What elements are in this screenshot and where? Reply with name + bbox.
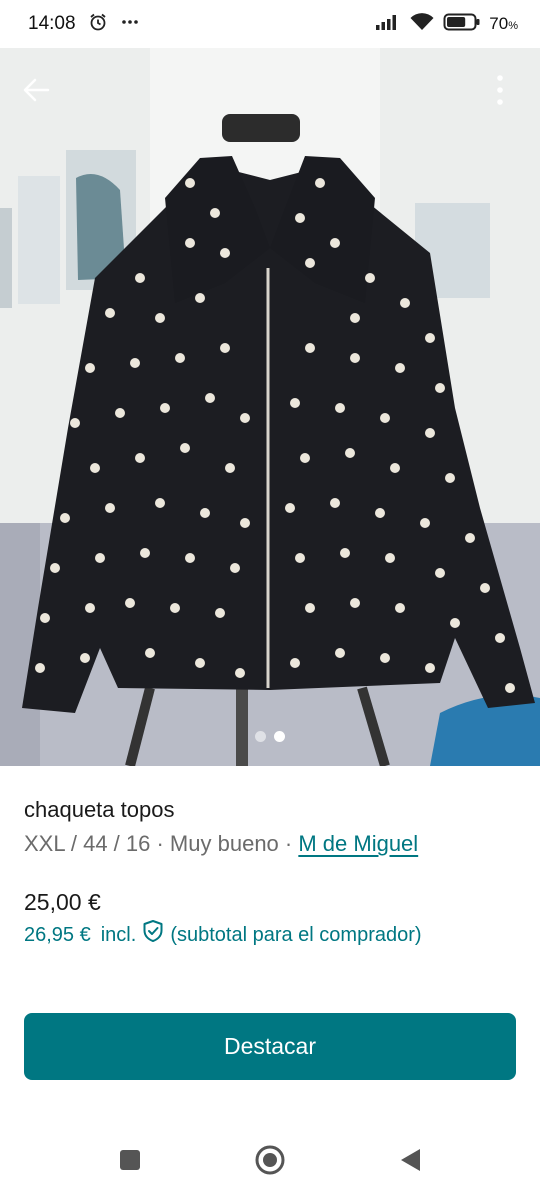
home-circle-icon bbox=[255, 1145, 285, 1175]
recents-square-icon bbox=[120, 1150, 140, 1170]
back-triangle-icon bbox=[401, 1149, 420, 1171]
recents-button[interactable] bbox=[110, 1140, 150, 1180]
more-vert-icon bbox=[497, 75, 503, 105]
status-bar: 14:08 70% bbox=[0, 0, 540, 48]
buyer-price-note: (subtotal para el comprador) bbox=[170, 924, 422, 946]
seller-link[interactable]: M de Miguel bbox=[298, 831, 418, 856]
item-attributes: XXL / 44 / 16 · Muy bueno · bbox=[24, 831, 299, 856]
signal-icon bbox=[375, 13, 401, 36]
alarm-icon bbox=[88, 12, 108, 37]
shield-check-icon bbox=[142, 919, 164, 951]
buyer-price-incl-label: incl. bbox=[100, 924, 137, 946]
back-button[interactable] bbox=[18, 72, 54, 108]
page-dot[interactable] bbox=[255, 731, 266, 742]
item-details: chaqueta topos XXL / 44 / 16 · Muy bueno… bbox=[0, 766, 540, 951]
battery-icon bbox=[443, 12, 481, 37]
system-back-button[interactable] bbox=[390, 1140, 430, 1180]
battery-percentage: 70% bbox=[489, 14, 518, 33]
buyer-price-row[interactable]: 26,95 € incl. (subtotal para el comprado… bbox=[24, 919, 516, 951]
product-photo[interactable] bbox=[0, 48, 540, 766]
more-dots-icon bbox=[120, 12, 140, 37]
buyer-price-amount: 26,95 € bbox=[24, 924, 91, 946]
page-dot-active[interactable] bbox=[274, 731, 285, 742]
home-button[interactable] bbox=[250, 1140, 290, 1180]
item-price: 25,00 € bbox=[24, 889, 101, 915]
item-meta: XXL / 44 / 16 · Muy bueno · M de Miguel bbox=[24, 829, 516, 859]
back-arrow-icon bbox=[23, 78, 50, 102]
wifi-icon bbox=[409, 12, 435, 37]
more-options-button[interactable] bbox=[482, 70, 518, 110]
promote-button[interactable]: Destacar bbox=[24, 1013, 516, 1080]
status-time: 14:08 bbox=[28, 13, 76, 34]
photo-pagination bbox=[0, 731, 540, 742]
item-title: chaqueta topos bbox=[24, 797, 175, 822]
jacket-photo-illustration bbox=[0, 48, 540, 766]
system-navigation-bar bbox=[0, 1120, 540, 1200]
